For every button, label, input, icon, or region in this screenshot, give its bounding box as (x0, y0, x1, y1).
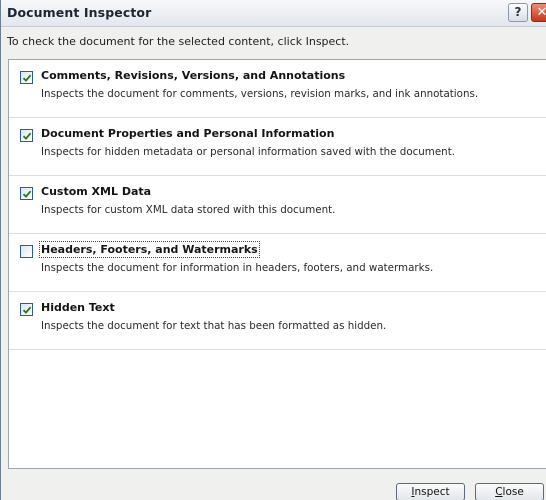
option-title[interactable]: Hidden Text (41, 301, 115, 314)
hidden-text-checkbox[interactable] (20, 303, 33, 316)
comments-revisions-checkbox[interactable] (20, 71, 33, 84)
close-window-button[interactable]: ✕ (531, 3, 546, 22)
option-description: Inspects the document for comments, vers… (41, 88, 479, 100)
option-title[interactable]: Custom XML Data (41, 185, 151, 198)
option-title[interactable]: Headers, Footers, and Watermarks (39, 241, 260, 258)
option-title[interactable]: Document Properties and Personal Informa… (41, 127, 334, 140)
option-comments-revisions: Comments, Revisions, Versions, and Annot… (9, 60, 546, 118)
option-description: Inspects for hidden metadata or personal… (41, 146, 456, 158)
instruction-text: To check the document for the selected c… (7, 35, 350, 48)
checkmark-icon (22, 132, 32, 140)
option-custom-xml: Custom XML Data Inspects for custom XML … (9, 176, 546, 234)
custom-xml-checkbox[interactable] (20, 187, 33, 200)
headers-footers-checkbox[interactable] (20, 245, 33, 258)
option-hidden-text: Hidden Text Inspects the document for te… (9, 292, 546, 350)
inspect-label: nspect (414, 486, 450, 498)
close-label: lose (502, 486, 524, 498)
option-title[interactable]: Comments, Revisions, Versions, and Annot… (41, 69, 345, 82)
checkmark-icon (22, 306, 32, 314)
document-properties-checkbox[interactable] (20, 129, 33, 142)
checkmark-icon (22, 74, 32, 82)
close-mnemonic: C (495, 486, 503, 498)
inspect-button[interactable]: Inspect (396, 483, 465, 500)
option-description: Inspects for custom XML data stored with… (41, 204, 336, 216)
option-description: Inspects the document for information in… (41, 262, 434, 274)
option-description: Inspects the document for text that has … (41, 320, 387, 332)
close-button[interactable]: Close (475, 483, 544, 500)
inspection-options-list: Comments, Revisions, Versions, and Annot… (8, 59, 546, 469)
checkmark-icon (22, 190, 32, 198)
option-document-properties: Document Properties and Personal Informa… (9, 118, 546, 176)
option-headers-footers: Headers, Footers, and Watermarks Inspect… (9, 234, 546, 292)
title-bar[interactable]: Document Inspector ? ✕ (1, 0, 546, 27)
dialog-title: Document Inspector (7, 5, 152, 20)
help-button[interactable]: ? (508, 3, 528, 22)
document-inspector-dialog: Document Inspector ? ✕ To check the docu… (0, 0, 546, 500)
